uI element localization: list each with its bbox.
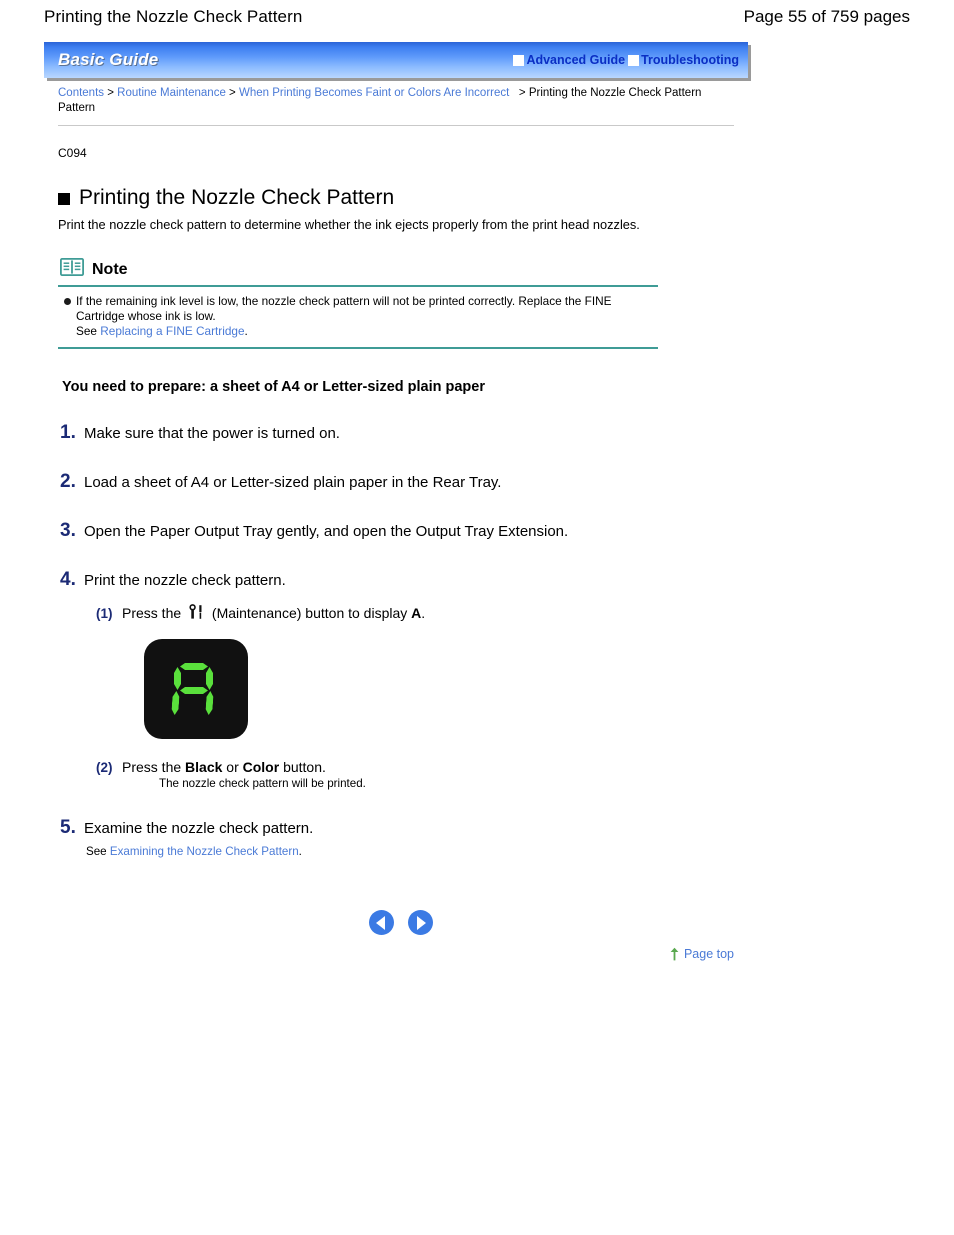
substep-text-before: Press the <box>122 759 186 775</box>
open-book-icon <box>59 257 85 281</box>
breadcrumb: Contents > Routine Maintenance > When Pr… <box>44 78 734 116</box>
note-body: If the remaining ink level is low, the n… <box>58 287 658 347</box>
step-item-2: 2. Load a sheet of A4 or Letter-sized pl… <box>60 471 748 493</box>
substep-text-mid: or <box>222 759 243 775</box>
led-segment-top-left <box>174 667 181 690</box>
page-navigation <box>44 910 748 935</box>
document-body: C094 Printing the Nozzle Check Pattern P… <box>44 146 748 232</box>
breadcrumb-divider <box>58 125 734 126</box>
substep-text-after: (Maintenance) button to display <box>208 605 412 621</box>
step-number: 1. <box>60 422 76 443</box>
step-text: Examine the nozzle check pattern. <box>84 820 314 837</box>
note-bottom-divider <box>58 347 658 349</box>
replacing-fine-cartridge-link[interactable]: Replacing a FINE Cartridge <box>100 324 244 338</box>
document-content: Basic Guide Advanced Guide Troubleshooti… <box>44 42 748 961</box>
substep-number: (2) <box>96 760 113 775</box>
note-bullet-text: If the remaining ink level is low, the n… <box>76 294 612 323</box>
examining-nozzle-check-pattern-link[interactable]: Examining the Nozzle Check Pattern <box>110 845 299 858</box>
prepare-requirements-text: You need to prepare: a sheet of A4 or Le… <box>62 379 485 395</box>
step5-see-suffix: . <box>298 845 302 858</box>
note-header: Note <box>58 257 658 281</box>
page-counter: Page 55 of 759 pages <box>743 7 910 26</box>
substep-text-after: button. <box>279 759 326 775</box>
step5-see-prefix: See <box>86 845 110 858</box>
troubleshooting-link[interactable]: Troubleshooting <box>641 53 739 67</box>
breadcrumb-separator: > <box>512 87 529 99</box>
substep-text: Press the Black or Color button. <box>122 759 326 775</box>
section-intro-text: Print the nozzle check pattern to determ… <box>58 217 640 232</box>
display-letter: A <box>411 605 422 621</box>
step-item-3: 3. Open the Paper Output Tray gently, an… <box>60 520 748 542</box>
substep-item-2: (2) Press the Black or Color button. <box>96 759 748 775</box>
note-bullet-row: If the remaining ink level is low, the n… <box>64 294 658 324</box>
breadcrumb-item-when-printing-becomes-faint[interactable]: When Printing Becomes Faint or Colors Ar… <box>239 87 509 99</box>
color-button-label: Color <box>242 759 280 775</box>
breadcrumb-item-routine-maintenance[interactable]: Routine Maintenance <box>117 87 226 99</box>
step-item-4: 4. Print the nozzle check pattern. <box>60 569 748 591</box>
step-text: Make sure that the power is turned on. <box>84 425 340 442</box>
step-item-1: 1. Make sure that the power is turned on… <box>60 422 748 444</box>
document-code: C094 <box>58 146 87 160</box>
white-square-icon <box>513 54 525 66</box>
section-heading: Printing the Nozzle Check Pattern <box>58 186 748 210</box>
note-label: Note <box>92 260 128 278</box>
page-top-link[interactable]: Page top <box>684 947 734 961</box>
triangle-right-icon <box>417 915 426 930</box>
substep-text-before: Press the <box>122 605 186 621</box>
step-item-5: 5. Examine the nozzle check pattern. <box>60 817 748 839</box>
maintenance-button-icon <box>188 604 205 621</box>
breadcrumb-separator: > <box>229 87 239 99</box>
substep-number: (1) <box>96 606 113 621</box>
page-title: Printing the Nozzle Check Pattern <box>44 7 303 26</box>
breadcrumb-separator: > <box>107 87 118 99</box>
advanced-guide-link[interactable]: Advanced Guide <box>526 53 625 67</box>
next-page-button[interactable] <box>408 910 433 935</box>
note-see-line: See Replacing a FINE Cartridge. <box>76 324 658 339</box>
substep-item-1: (1) Press the (Maintenance) button to di… <box>96 604 748 621</box>
step-number: 4. <box>60 569 76 590</box>
note-see-prefix: See <box>76 324 101 338</box>
led-display-figure <box>144 639 248 739</box>
white-square-icon <box>628 54 640 66</box>
note-see-suffix: . <box>244 324 248 338</box>
step-text: Print the nozzle check pattern. <box>84 572 286 589</box>
note-block: Note If the remaining ink level is low, … <box>58 257 658 349</box>
square-bullet-icon <box>58 193 70 205</box>
step-number: 3. <box>60 520 76 541</box>
steps-list: 1. Make sure that the power is turned on… <box>60 422 748 858</box>
step-text: Load a sheet of A4 or Letter-sized plain… <box>84 474 502 491</box>
step-5-see-line: See Examining the Nozzle Check Pattern. <box>86 845 748 858</box>
led-segment-bottom-right <box>205 691 214 715</box>
page-running-header: Printing the Nozzle Check Pattern Page 5… <box>0 0 954 34</box>
section-heading-label: Printing the Nozzle Check Pattern <box>79 186 395 209</box>
previous-page-button[interactable] <box>369 910 394 935</box>
step-number: 2. <box>60 471 76 492</box>
up-arrow-icon <box>669 947 680 961</box>
led-segment-middle <box>180 687 208 694</box>
breadcrumb-item-contents[interactable]: Contents <box>58 87 104 99</box>
substep-text: Press the (Maintenance) button to displa… <box>122 604 425 621</box>
substep-text-end: . <box>421 605 426 621</box>
guide-banner: Basic Guide Advanced Guide Troubleshooti… <box>44 42 748 78</box>
bullet-dot-icon <box>64 298 71 305</box>
substep-2-note: The nozzle check pattern will be printed… <box>159 777 366 790</box>
step-text: Open the Paper Output Tray gently, and o… <box>84 523 569 540</box>
banner-title: Basic Guide <box>58 50 159 69</box>
page-top-row: Page top <box>44 947 748 961</box>
black-button-label: Black <box>185 759 223 775</box>
led-segment-bottom-left <box>171 691 180 715</box>
led-segment-top-right <box>206 667 213 690</box>
led-segment-top <box>180 663 208 670</box>
step-number: 5. <box>60 817 76 838</box>
banner-links: Advanced Guide Troubleshooting <box>513 53 742 67</box>
triangle-left-icon <box>376 915 385 930</box>
